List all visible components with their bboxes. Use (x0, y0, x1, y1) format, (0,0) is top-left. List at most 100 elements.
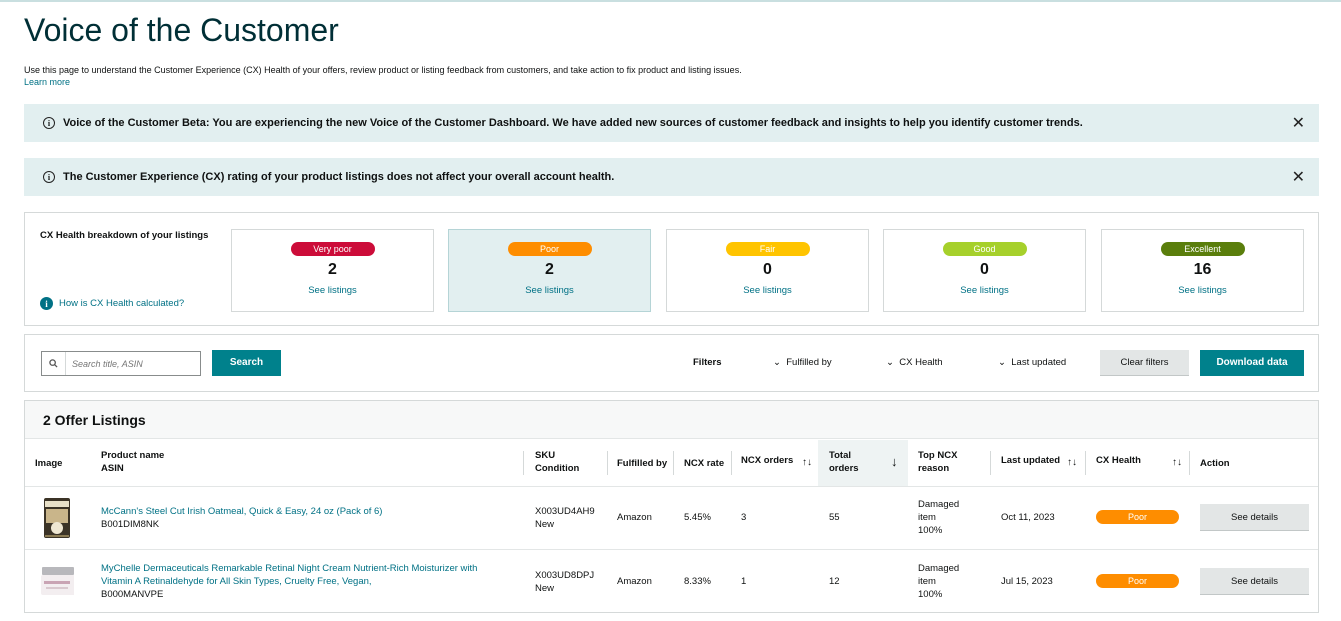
cx-card-fair[interactable]: Fair 0 See listings (666, 229, 869, 312)
cx-card-poor[interactable]: Poor 2 See listings (448, 229, 651, 312)
cx-health-heading: CX Health breakdown of your listings (40, 230, 209, 241)
fair-count: 0 (763, 261, 772, 278)
see-listings-link[interactable]: See listings (232, 285, 433, 296)
beta-banner: i Voice of the Customer Beta: You are ex… (24, 104, 1319, 142)
info-icon: i (43, 171, 55, 183)
column-divider (607, 451, 608, 475)
good-count: 0 (980, 261, 989, 278)
header-total: Total (829, 450, 851, 461)
header-product: Product name ASIN (101, 449, 164, 475)
download-data-button[interactable]: Download data (1200, 350, 1304, 376)
chevron-down-icon: ⌄ (773, 357, 781, 368)
last-updated-label: Last updated (1011, 357, 1067, 368)
row-divider (25, 486, 1318, 487)
close-icon[interactable]: ✕ (1292, 113, 1305, 133)
header-fulfilled-by: Fulfilled by (617, 458, 668, 469)
cx-card-excellent[interactable]: Excellent 16 See listings (1101, 229, 1304, 312)
see-details-button[interactable]: See details (1200, 504, 1309, 531)
sort-descending-icon[interactable]: ↓ (891, 455, 898, 468)
poor-badge: Poor (507, 242, 592, 256)
page-description: Use this page to understand the Customer… (24, 65, 742, 75)
column-divider (731, 451, 732, 475)
reason-percent: 100% (918, 525, 943, 536)
product-name-link[interactable]: McCann's Steel Cut Irish Oatmeal, Quick … (101, 505, 382, 518)
very-poor-badge: Very poor (290, 242, 375, 256)
total-orders-value: 55 (829, 512, 840, 523)
fulfilled-by-value: Amazon (617, 576, 652, 587)
see-listings-link[interactable]: See listings (449, 285, 650, 296)
ncx-rate-value: 8.33% (684, 576, 711, 587)
search-button[interactable]: Search (212, 350, 281, 376)
product-name-line[interactable]: Vitamin A Retinaldehyde for All Skin Typ… (101, 575, 477, 588)
header-action: Action (1200, 458, 1230, 469)
header-last-updated: Last updated (1001, 455, 1061, 466)
reason-percent: 100% (918, 589, 943, 600)
search-box[interactable] (41, 351, 201, 376)
header-product-name: Product name (101, 450, 165, 461)
sku-value: X003UD8DPJ (535, 570, 595, 581)
close-icon[interactable]: ✕ (1292, 167, 1305, 187)
search-icon (42, 352, 66, 375)
fulfilled-by-label: Fulfilled by (786, 357, 832, 368)
see-listings-link[interactable]: See listings (884, 285, 1085, 296)
sku-value: X003UD4AH9 (535, 506, 595, 517)
header-condition: Condition (535, 463, 580, 474)
header-top-ncx-reason: Top NCX reason (918, 449, 957, 475)
header-cx-health: CX Health (1096, 455, 1141, 466)
product-name-link[interactable]: MyChelle Dermaceuticals Remarkable Retin… (101, 562, 477, 588)
very-poor-count: 2 (328, 261, 337, 278)
asin-value: B001DIM8NK (101, 519, 160, 530)
product-name-line[interactable]: MyChelle Dermaceuticals Remarkable Retin… (101, 562, 477, 575)
reason-line: item (918, 576, 936, 587)
header-total-orders[interactable]: Total orders (829, 449, 859, 475)
last-updated-value: Jul 15, 2023 (1001, 576, 1053, 587)
total-orders-value: 12 (829, 576, 840, 587)
product-image-oatmeal[interactable] (40, 495, 74, 541)
banner-text: The Customer Experience (CX) rating of y… (63, 171, 615, 183)
sort-icon[interactable]: ↑↓ (802, 456, 812, 469)
banner-text: Voice of the Customer Beta: You are expe… (63, 117, 1083, 129)
account-health-banner: i The Customer Experience (CX) rating of… (24, 158, 1319, 196)
table-title: 2 Offer Listings (25, 401, 1318, 439)
see-listings-link[interactable]: See listings (667, 285, 868, 296)
poor-count: 2 (545, 261, 554, 278)
top-ncx-reason: Damaged item 100% (918, 562, 959, 601)
cx-health-badge: Poor (1096, 510, 1179, 524)
top-border (0, 0, 1341, 2)
header-orders: orders (829, 463, 859, 474)
cx-card-good[interactable]: Good 0 See listings (883, 229, 1086, 312)
last-updated-dropdown[interactable]: ⌄ Last updated (998, 357, 1066, 368)
product-image-night-cream[interactable] (40, 559, 75, 605)
chevron-down-icon: ⌄ (886, 357, 894, 368)
filter-bar: Search Filters ⌄ Fulfilled by ⌄ CX Healt… (24, 334, 1319, 392)
header-ncx-rate: NCX rate (684, 458, 725, 469)
sort-icon[interactable]: ↑↓ (1172, 456, 1182, 469)
cx-health-how-label[interactable]: How is CX Health calculated? (59, 298, 184, 309)
clear-filters-button[interactable]: Clear filters (1100, 350, 1189, 376)
reason-line: item (918, 512, 936, 523)
column-divider (1085, 451, 1086, 475)
excellent-badge: Excellent (1160, 242, 1245, 256)
good-badge: Good (942, 242, 1027, 256)
cx-card-very-poor[interactable]: Very poor 2 See listings (231, 229, 434, 312)
asin-value: B000MANVPE (101, 589, 164, 600)
see-listings-link[interactable]: See listings (1102, 285, 1303, 296)
column-divider (523, 451, 524, 475)
cx-health-how-link[interactable]: i How is CX Health calculated? (40, 297, 184, 310)
learn-more-link[interactable]: Learn more (24, 77, 70, 87)
cx-health-label: CX Health (899, 357, 943, 368)
condition-value: New (535, 583, 555, 594)
fulfilled-by-dropdown[interactable]: ⌄ Fulfilled by (773, 357, 832, 368)
last-updated-value: Oct 11, 2023 (1001, 512, 1055, 523)
search-input[interactable] (72, 358, 192, 369)
ncx-orders-value: 1 (741, 576, 747, 587)
sort-icon[interactable]: ↑↓ (1067, 456, 1077, 469)
condition-value: New (535, 519, 555, 530)
info-icon: i (43, 117, 55, 129)
see-details-button[interactable]: See details (1200, 568, 1309, 595)
cx-health-dropdown[interactable]: ⌄ CX Health (886, 357, 943, 368)
header-image: Image (35, 458, 63, 469)
ncx-rate-value: 5.45% (684, 512, 711, 523)
header-top-ncx: Top NCX (918, 450, 958, 461)
cx-health-breakdown: CX Health breakdown of your listings i H… (24, 212, 1319, 326)
